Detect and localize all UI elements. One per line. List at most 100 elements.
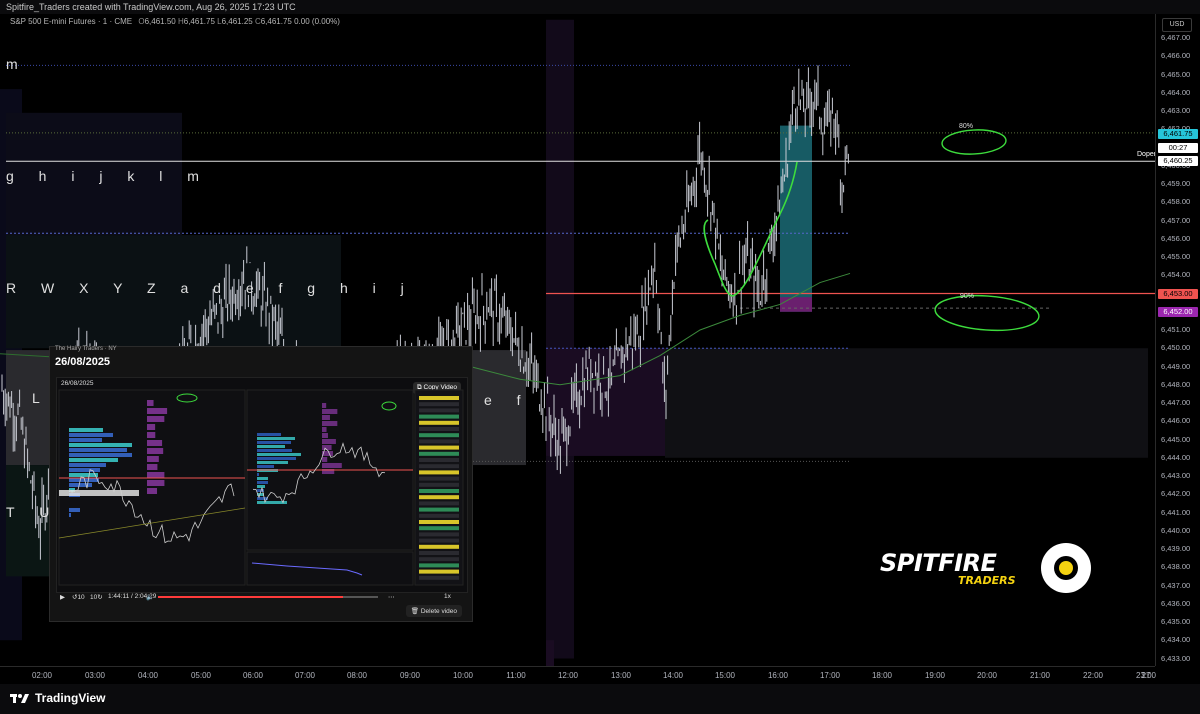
open-value: 6,461.50	[144, 17, 176, 26]
video-thumb-shape	[257, 433, 281, 436]
video-thumb-shape	[322, 427, 327, 432]
video-thumb-shape	[69, 508, 80, 512]
play-icon[interactable]: ▶	[60, 593, 65, 601]
video-thumb-shape	[419, 464, 459, 469]
target-icon	[1041, 543, 1091, 593]
video-frame[interactable]: 26/08/2025 ⧉ Copy Video	[56, 377, 468, 593]
brand-subtitle: TRADERS	[958, 574, 1016, 587]
price-tick: 6,437.00	[1161, 580, 1191, 590]
video-thumb-shape	[69, 463, 106, 467]
video-thumb-shape	[419, 427, 459, 431]
price-tick: 6,450.00	[1161, 343, 1191, 353]
price-tick: 6,457.00	[1161, 215, 1191, 225]
video-thumb-shape	[322, 421, 338, 426]
video-scrubber[interactable]	[158, 596, 378, 598]
forward-10-icon[interactable]: 10↻	[90, 593, 103, 601]
video-thumb-shape	[147, 464, 158, 470]
video-thumb-shape	[414, 389, 464, 586]
brand-title: SPITFIRE	[880, 549, 997, 577]
video-thumb-shape	[257, 445, 285, 448]
time-tick: 27	[1141, 671, 1151, 680]
price-tick: 6,441.00	[1161, 507, 1191, 517]
price-tick: 6,456.00	[1161, 233, 1191, 243]
time-tick: 11:00	[506, 671, 526, 680]
price-tick: 6,464.00	[1161, 87, 1191, 97]
video-thumb-shape	[147, 472, 165, 478]
video-thumb-shape	[419, 470, 459, 475]
price-tick: 6,448.00	[1161, 379, 1191, 389]
video-thumb-shape	[257, 485, 265, 488]
video-speed[interactable]: 1x	[444, 593, 451, 600]
video-thumb-shape	[419, 445, 459, 450]
video-thumb-shape	[419, 544, 459, 549]
video-thumb-shape	[419, 501, 459, 506]
price-tag: 6,452.00	[1158, 306, 1198, 317]
volume-icon[interactable]: 🔈	[146, 593, 154, 601]
time-tick: 04:00	[137, 671, 159, 680]
tpo-letters-row3: R W X Y Z a d e f g h i j	[6, 280, 415, 296]
time-tick: 20:00	[976, 671, 998, 680]
time-tick: 10:00	[452, 671, 474, 680]
video-thumb-shape	[322, 409, 338, 414]
video-thumb-shape	[419, 396, 459, 400]
price-tick: 6,444.00	[1161, 452, 1191, 462]
price-tick: 6,465.00	[1161, 69, 1191, 79]
video-thumb-shape	[257, 457, 296, 460]
video-thumb-shape	[322, 403, 327, 408]
video-thumb-shape	[147, 448, 164, 454]
price-tick: 6,455.00	[1161, 252, 1191, 261]
annotation-90: 90%	[960, 293, 975, 300]
video-thumb-shape	[419, 433, 459, 438]
video-thumb-shape	[419, 451, 459, 456]
video-thumb-shape	[419, 489, 459, 493]
video-thumb-shape	[419, 458, 459, 462]
video-overlay[interactable]: The Hairy Traders · NY 26/08/2025 26/08/…	[49, 346, 473, 622]
video-thumb-shape	[147, 440, 163, 446]
price-tick: 6,458.00	[1161, 197, 1191, 207]
annotation-80: 80%	[959, 123, 974, 130]
time-tick: 17:00	[819, 671, 841, 680]
video-thumb-shape	[147, 424, 156, 430]
price-tick: 6,467.00	[1161, 33, 1191, 42]
video-thumb-shape	[257, 441, 291, 444]
video-thumb-shape	[419, 563, 459, 568]
price-tick: 6,439.00	[1161, 544, 1191, 553]
video-thumb-shape	[419, 507, 459, 512]
price-tag: 6,461.75	[1158, 128, 1198, 139]
spitfire-logo: SPITFIRE TRADERS	[880, 543, 1091, 593]
video-thumb-shape	[419, 439, 459, 444]
price-axis[interactable]: USD 6,467.00 6,466.00 6,465.00 6,464.00 6,46…	[1155, 14, 1200, 666]
video-thumb-shape	[257, 437, 295, 440]
close-value: 6,461.75	[260, 17, 292, 26]
time-tick: 22:00	[1082, 671, 1104, 680]
time-tick: 16:00	[767, 671, 789, 680]
video-thumb-shape	[59, 490, 139, 496]
time-axis[interactable]: 02:00 03:00 04:00 05:00 06:00 07:00 08:00 09:00…	[0, 666, 1156, 685]
high-value: 6,461.75	[183, 17, 215, 26]
video-thumb-shape	[147, 408, 168, 414]
video-thumb-shape	[419, 414, 459, 419]
video-thumb-shape	[322, 415, 330, 420]
price-tag: 6,453.00	[1158, 288, 1198, 299]
tradingview-logo[interactable]: TradingView	[10, 691, 105, 705]
video-thumb-shape	[257, 481, 268, 484]
rewind-10-icon[interactable]: ↺10	[72, 593, 85, 601]
video-thumb-shape	[69, 433, 113, 437]
footer: TradingView	[0, 684, 1200, 714]
tradingview-icon	[10, 694, 29, 703]
currency-button[interactable]: USD	[1162, 18, 1192, 32]
time-tick: 18:00	[871, 671, 893, 680]
symbol-name[interactable]: S&P 500 E-mini Futures · 1 · CME	[10, 17, 132, 26]
time-tick: 09:00	[399, 671, 421, 680]
video-thumb-shape	[69, 483, 92, 487]
delete-video-label: Delete video	[420, 608, 457, 615]
more-icon[interactable]: ⋯	[388, 593, 395, 601]
delete-video-button[interactable]: 🗑 Delete video	[405, 605, 462, 617]
session-shade	[665, 348, 1148, 458]
price-tick: 6,435.00	[1161, 617, 1191, 626]
time-tick: 05:00	[190, 671, 212, 680]
price-tick: 6,436.00	[1161, 598, 1191, 608]
tpo-letters-row5: e f	[484, 392, 532, 408]
video-thumb-shape	[322, 463, 342, 468]
video-thumb-shape	[257, 473, 259, 476]
